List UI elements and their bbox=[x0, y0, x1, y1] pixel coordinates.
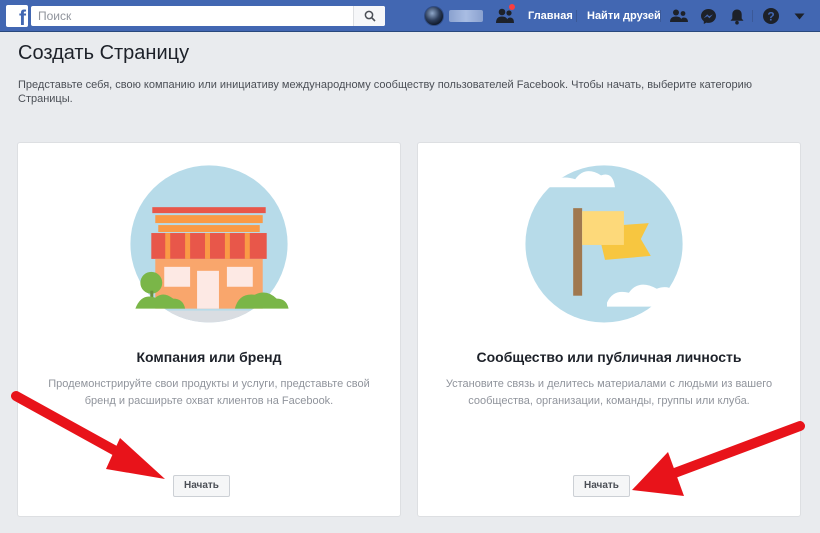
card-title: Сообщество или публичная личность bbox=[476, 349, 742, 365]
search-box bbox=[31, 6, 385, 26]
storefront-illustration bbox=[130, 165, 289, 323]
nav-find-friends-link[interactable]: Найти друзей bbox=[587, 0, 661, 32]
nav-divider bbox=[660, 10, 661, 22]
caret-down-icon bbox=[794, 13, 804, 19]
people-icon bbox=[670, 9, 688, 22]
help-button[interactable]: ? bbox=[761, 6, 781, 26]
card-description: Продемонстрируйте свои продукты и услуги… bbox=[48, 378, 370, 407]
svg-text:?: ? bbox=[767, 9, 774, 23]
nav-divider bbox=[576, 10, 577, 22]
nav-home-link[interactable]: Главная bbox=[528, 0, 573, 32]
community-get-started-button[interactable]: Начать bbox=[573, 475, 630, 497]
nav-divider bbox=[752, 10, 753, 22]
card-title: Компания или бренд bbox=[136, 349, 282, 365]
page-title: Создать Страницу bbox=[18, 42, 190, 64]
business-category-card[interactable]: Компания или бренд Продемонстрируйте сво… bbox=[17, 142, 401, 517]
page-description: Представьте себя, свою компанию или иниц… bbox=[18, 79, 752, 105]
help-icon: ? bbox=[763, 8, 779, 24]
profile-name-blurred bbox=[449, 10, 483, 22]
account-menu-button[interactable] bbox=[789, 6, 809, 26]
business-get-started-button[interactable]: Начать bbox=[173, 475, 230, 497]
messenger-button[interactable] bbox=[698, 6, 718, 26]
notification-badge bbox=[508, 3, 516, 11]
search-icon bbox=[364, 10, 376, 22]
card-description: Установите связь и делитесь материалами … bbox=[445, 378, 773, 407]
community-category-card[interactable]: Сообщество или публичная личность Устано… bbox=[417, 142, 801, 517]
facebook-logo-icon[interactable]: f bbox=[6, 5, 28, 27]
search-button[interactable] bbox=[353, 6, 385, 26]
search-input[interactable] bbox=[31, 6, 351, 26]
avatar bbox=[424, 6, 444, 26]
bell-icon bbox=[730, 9, 744, 24]
friend-requests-button[interactable] bbox=[669, 6, 689, 26]
notifications-button[interactable] bbox=[727, 6, 747, 26]
profile-link[interactable] bbox=[424, 6, 483, 26]
top-navigation-bar: f Главная Найти друзей bbox=[0, 0, 820, 32]
messenger-icon bbox=[700, 8, 716, 24]
flag-illustration bbox=[525, 165, 691, 323]
